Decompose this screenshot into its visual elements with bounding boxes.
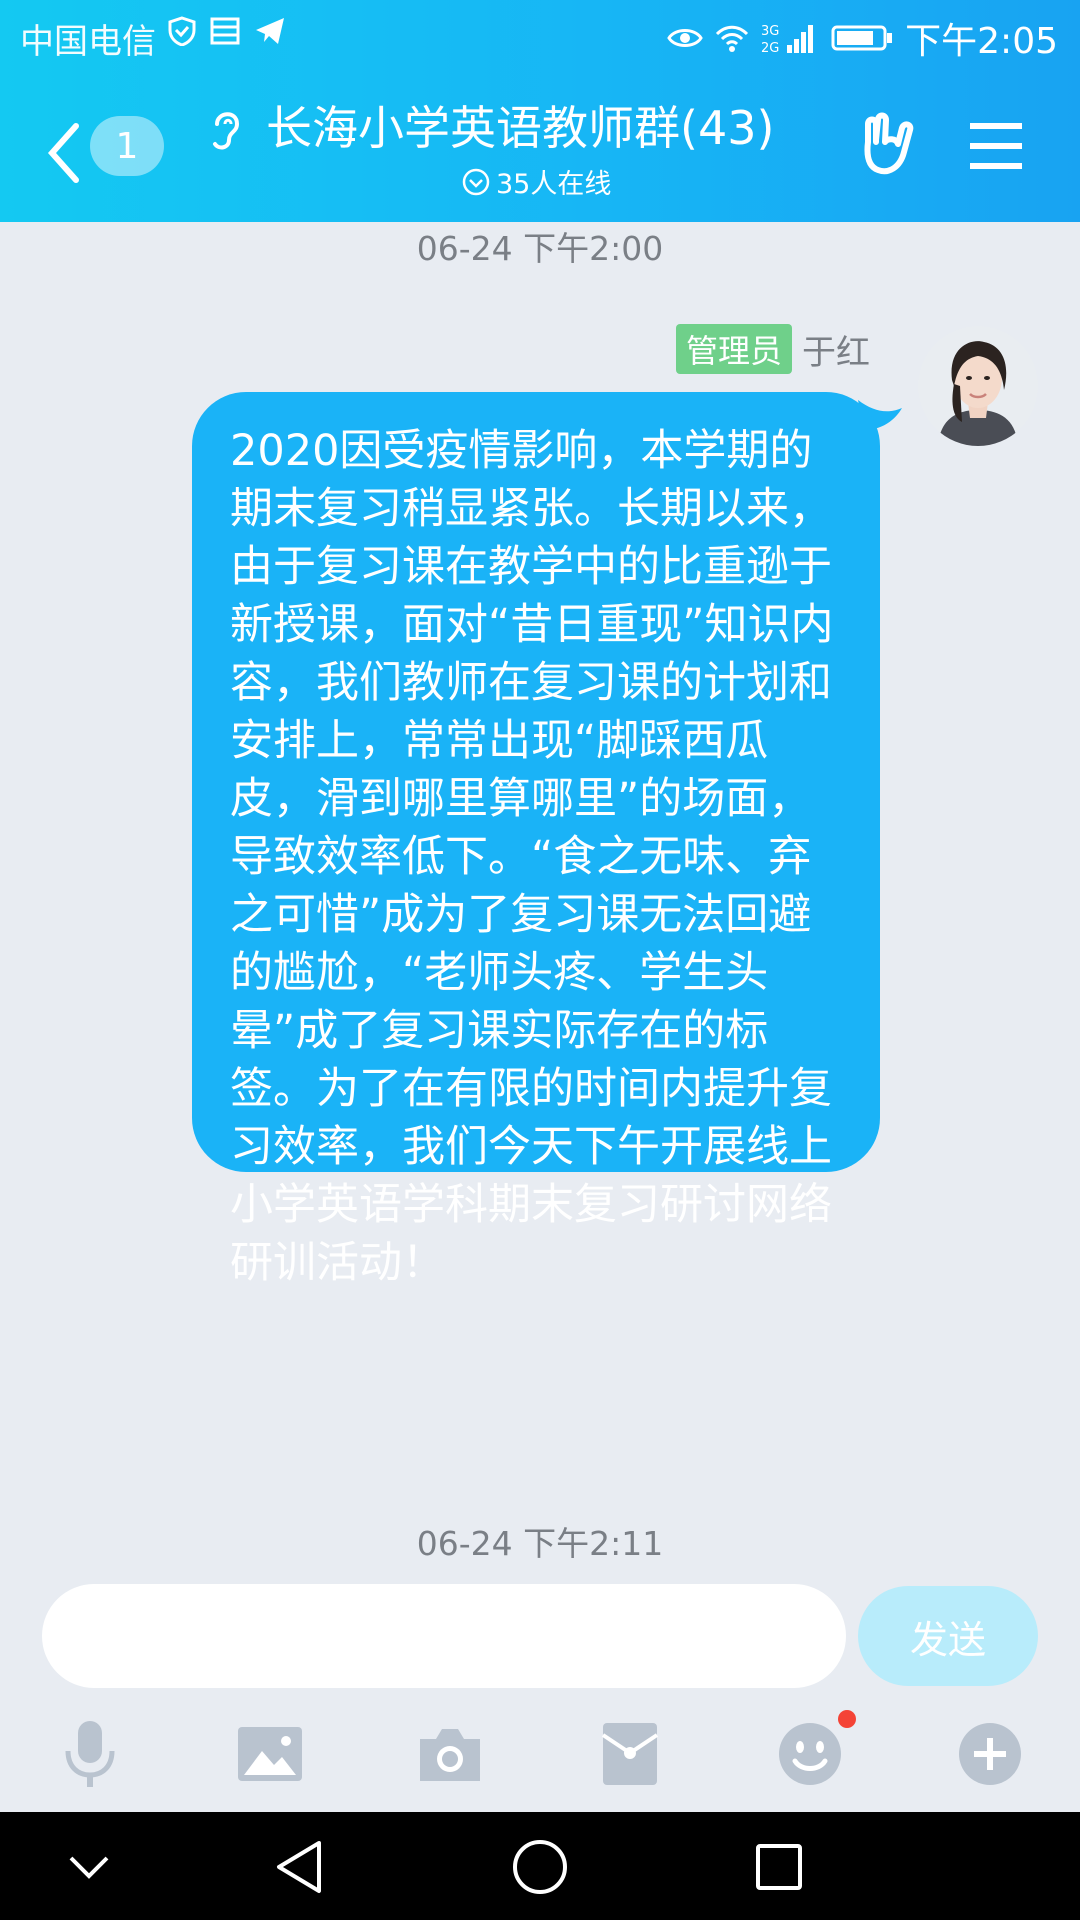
notification-dot [838,1710,856,1728]
plus-icon [959,1723,1021,1785]
hand-gesture-icon[interactable] [858,112,920,178]
avatar[interactable] [918,326,1038,446]
emoji-button[interactable] [770,1710,856,1794]
back-arrow-icon[interactable] [44,118,84,188]
admin-badge: 管理员 [675,324,792,374]
message-text: 2020因受疫情影响，本学期的期末复习稍显紧张。长期以来，由于复习课在教学中的比… [230,426,834,1288]
storage-icon [210,17,240,45]
svg-text:2G: 2G [761,41,779,55]
red-packet-button[interactable] [590,1714,670,1794]
collapse-icon [69,1856,109,1879]
home-circle-icon [513,1840,567,1894]
status-bar: 中国电信 3G 2G 下午2:05 [0,0,1080,74]
chevron-down-circle-icon [462,168,490,195]
camera-button[interactable] [410,1714,490,1794]
image-button[interactable] [230,1714,310,1794]
message-bubble[interactable]: 2020因受疫情影响，本学期的期末复习稍显紧张。长期以来，由于复习课在教学中的比… [192,392,880,1288]
sender-row: 管理员 于红 [675,324,870,374]
more-button[interactable] [950,1714,1030,1794]
battery-icon [831,25,893,51]
send-button[interactable]: 发送 [858,1586,1038,1686]
cellular-signal-icon: 3G2G [761,24,814,55]
nav-bar: 1 长海小学英语教师群(43) 35人在线 [0,80,1080,220]
system-nav-bar [0,1812,1080,1920]
online-count-label: 35人在线 [496,169,612,200]
recents-button[interactable] [744,1832,814,1902]
chat-header: 中国电信 3G 2G 下午2:05 1 长海小学英语教师群(43) 35人在线 [0,0,1080,222]
status-time: 下午2:05 [905,21,1058,62]
timestamp: 06-24 下午2:11 [416,1524,664,1563]
back-triangle-icon [277,1841,321,1893]
message-input[interactable] [42,1584,846,1688]
telegram-icon [256,18,284,44]
sender-name[interactable]: 于红 [802,325,870,374]
unread-count-badge[interactable]: 1 [90,116,164,176]
composer-toolbar [0,1702,1080,1812]
status-icons-left [168,16,286,46]
emoji-icon [779,1723,841,1785]
carrier-label: 中国电信 [20,22,156,62]
collapse-button[interactable] [54,1832,124,1902]
chat-area[interactable]: 06-24 下午2:00 管理员 于红 2020因受疫情影响，本学期的期末复习稍… [0,222,1080,1572]
composer: 发送 [0,1572,1080,1812]
voice-button[interactable] [50,1714,130,1794]
image-icon [238,1727,302,1781]
status-icons-right: 3G 2G 下午2:05 [667,12,1058,64]
recents-square-icon [756,1844,802,1890]
shield-icon [168,16,196,46]
timestamp: 06-24 下午2:00 [416,229,664,268]
ear-icon[interactable] [205,104,247,156]
eye-icon [667,29,703,47]
online-status[interactable]: 35人在线 [462,162,611,201]
red-packet-icon [601,1723,659,1785]
home-button[interactable] [505,1832,575,1902]
svg-text:3G: 3G [761,24,779,39]
camera-icon [420,1729,480,1781]
wifi-icon [716,25,749,52]
microphone-icon [65,1721,115,1787]
menu-icon[interactable] [968,120,1024,172]
group-title[interactable]: 长海小学英语教师群(43) [266,92,774,158]
avatar-image [918,326,1038,446]
back-button[interactable] [264,1832,334,1902]
